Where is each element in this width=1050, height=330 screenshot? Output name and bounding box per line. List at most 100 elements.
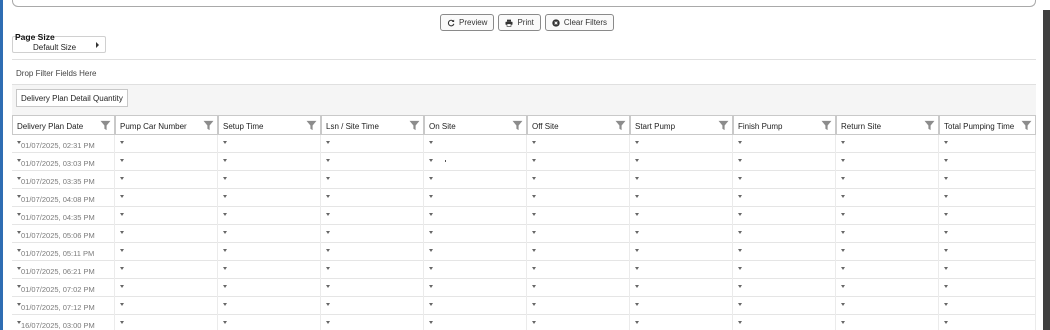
row-header-cell[interactable]: 01/07/2025, 07:02 PM <box>12 279 115 297</box>
expand-cell[interactable] <box>321 243 424 261</box>
filter-icon[interactable] <box>512 120 523 131</box>
expand-cell[interactable] <box>836 135 939 153</box>
expand-cell[interactable] <box>836 315 939 330</box>
row-header-cell[interactable]: 01/07/2025, 06:21 PM <box>12 261 115 279</box>
expand-cell[interactable] <box>218 279 321 297</box>
expand-triangle-icon[interactable] <box>120 141 124 144</box>
expand-triangle-icon[interactable] <box>841 141 845 144</box>
expand-triangle-icon[interactable] <box>223 231 227 234</box>
row-header-cell[interactable]: 01/07/2025, 03:35 PM <box>12 171 115 189</box>
expand-triangle-icon[interactable] <box>120 321 124 324</box>
expand-triangle-icon[interactable] <box>532 231 536 234</box>
expand-triangle-icon[interactable] <box>841 231 845 234</box>
row-header-cell[interactable]: 01/07/2025, 05:11 PM <box>12 243 115 261</box>
expand-triangle-icon[interactable] <box>944 249 948 252</box>
expand-cell[interactable] <box>630 135 733 153</box>
filter-icon[interactable] <box>821 120 832 131</box>
row-header-cell[interactable]: 01/07/2025, 02:31 PM <box>12 135 115 153</box>
expand-cell[interactable] <box>321 135 424 153</box>
expand-cell[interactable] <box>939 153 1036 171</box>
expand-cell[interactable] <box>630 189 733 207</box>
vertical-scrollbar[interactable] <box>1043 10 1050 330</box>
filter-icon[interactable] <box>409 120 420 131</box>
expand-triangle-icon[interactable] <box>635 141 639 144</box>
expand-cell[interactable] <box>115 207 218 225</box>
expand-triangle-icon[interactable] <box>841 213 845 216</box>
filter-drop-zone[interactable]: Drop Filter Fields Here <box>12 59 1036 85</box>
expand-cell[interactable] <box>939 297 1036 315</box>
expand-triangle-icon[interactable] <box>120 249 124 252</box>
expand-cell[interactable] <box>733 315 836 330</box>
expand-cell[interactable] <box>527 207 630 225</box>
expand-cell[interactable] <box>527 153 630 171</box>
expand-triangle-icon[interactable] <box>429 177 433 180</box>
filter-icon[interactable] <box>306 120 317 131</box>
expand-triangle-icon[interactable] <box>326 231 330 234</box>
expand-triangle-icon[interactable] <box>429 231 433 234</box>
column-header[interactable]: Setup Time <box>218 115 321 135</box>
expand-triangle-icon[interactable] <box>944 231 948 234</box>
expand-triangle-icon[interactable] <box>738 213 742 216</box>
expand-cell[interactable] <box>733 297 836 315</box>
expand-cell[interactable] <box>836 171 939 189</box>
expand-triangle-icon[interactable] <box>326 213 330 216</box>
expand-triangle-icon[interactable] <box>429 159 433 162</box>
expand-cell[interactable] <box>836 189 939 207</box>
expand-triangle-icon[interactable] <box>841 321 845 324</box>
expand-cell[interactable] <box>939 279 1036 297</box>
expand-triangle-icon[interactable] <box>841 285 845 288</box>
expand-triangle-icon[interactable] <box>738 177 742 180</box>
expand-cell[interactable] <box>836 297 939 315</box>
filter-icon[interactable] <box>615 120 626 131</box>
expand-triangle-icon[interactable] <box>635 267 639 270</box>
expand-cell[interactable] <box>939 261 1036 279</box>
row-header-cell[interactable]: 01/07/2025, 04:08 PM <box>12 189 115 207</box>
expand-triangle-icon[interactable] <box>120 213 124 216</box>
filter-icon[interactable] <box>924 120 935 131</box>
expand-cell[interactable] <box>630 171 733 189</box>
expand-triangle-icon[interactable] <box>120 285 124 288</box>
column-header[interactable]: Total Pumping Time <box>939 115 1036 135</box>
expand-cell[interactable] <box>630 279 733 297</box>
expand-triangle-icon[interactable] <box>429 267 433 270</box>
expand-triangle-icon[interactable] <box>532 213 536 216</box>
expand-triangle-icon[interactable] <box>532 303 536 306</box>
expand-triangle-icon[interactable] <box>223 285 227 288</box>
expand-triangle-icon[interactable] <box>944 321 948 324</box>
expand-cell[interactable] <box>321 189 424 207</box>
expand-cell[interactable] <box>115 135 218 153</box>
expand-cell[interactable] <box>527 135 630 153</box>
expand-triangle-icon[interactable] <box>635 249 639 252</box>
filter-icon[interactable] <box>1021 120 1032 131</box>
expand-triangle-icon[interactable] <box>223 195 227 198</box>
column-header[interactable]: Pump Car Number <box>115 115 218 135</box>
expand-triangle-icon[interactable] <box>635 285 639 288</box>
expand-triangle-icon[interactable] <box>326 177 330 180</box>
preview-button[interactable]: Preview <box>440 14 495 31</box>
column-header[interactable]: Lsn / Site Time <box>321 115 424 135</box>
expand-triangle-icon[interactable] <box>738 267 742 270</box>
expand-cell[interactable] <box>527 315 630 330</box>
expand-triangle-icon[interactable] <box>532 267 536 270</box>
expand-triangle-icon[interactable] <box>738 141 742 144</box>
expand-triangle-icon[interactable] <box>635 213 639 216</box>
expand-triangle-icon[interactable] <box>635 159 639 162</box>
expand-cell[interactable] <box>836 279 939 297</box>
expand-triangle-icon[interactable] <box>635 303 639 306</box>
expand-cell[interactable] <box>321 225 424 243</box>
expand-triangle-icon[interactable] <box>944 303 948 306</box>
expand-cell[interactable] <box>424 225 527 243</box>
expand-triangle-icon[interactable] <box>223 177 227 180</box>
expand-cell[interactable] <box>836 207 939 225</box>
expand-cell[interactable] <box>424 207 527 225</box>
expand-triangle-icon[interactable] <box>944 213 948 216</box>
data-field-chip[interactable]: Delivery Plan Detail Quantity <box>16 89 128 107</box>
expand-cell[interactable] <box>218 153 321 171</box>
expand-cell[interactable] <box>115 153 218 171</box>
expand-cell[interactable] <box>527 243 630 261</box>
row-header-cell[interactable]: 01/07/2025, 03:03 PM <box>12 153 115 171</box>
expand-triangle-icon[interactable] <box>532 321 536 324</box>
expand-cell[interactable] <box>424 279 527 297</box>
filter-icon[interactable] <box>718 120 729 131</box>
expand-triangle-icon[interactable] <box>738 285 742 288</box>
